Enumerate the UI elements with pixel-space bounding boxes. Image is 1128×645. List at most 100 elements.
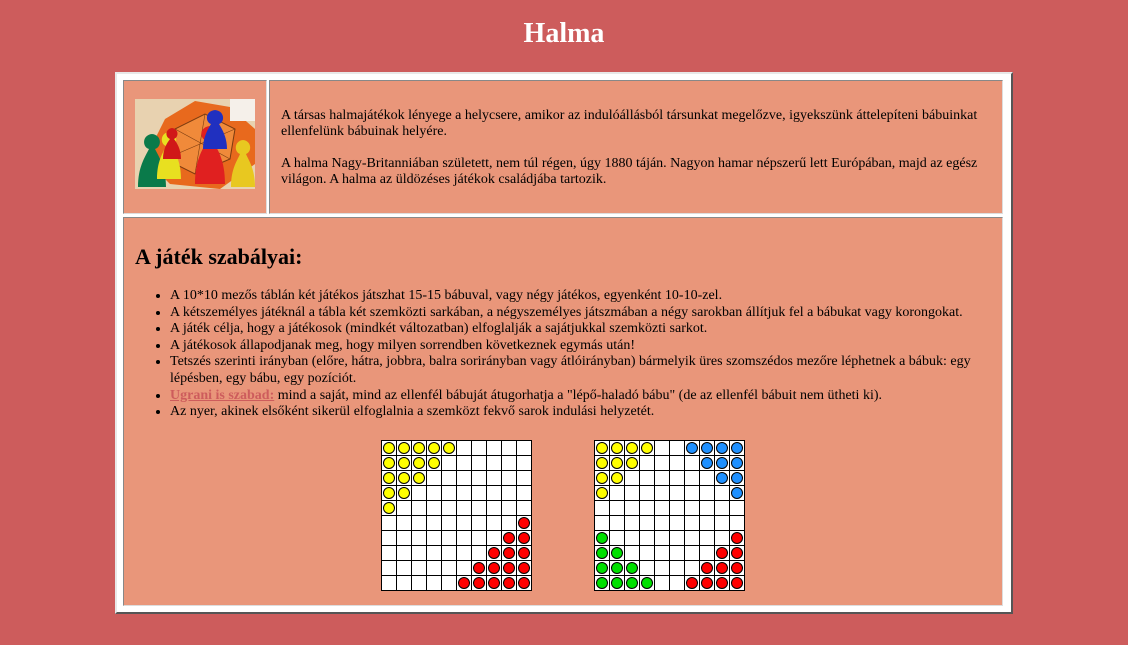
green-piece bbox=[611, 562, 623, 574]
yellow-piece bbox=[611, 442, 623, 454]
board-square bbox=[517, 516, 532, 531]
blue-piece bbox=[701, 457, 713, 469]
red-piece bbox=[518, 532, 530, 544]
red-piece bbox=[503, 577, 515, 589]
board-square bbox=[610, 501, 625, 516]
board-square bbox=[487, 546, 502, 561]
board-square bbox=[670, 546, 685, 561]
board-square bbox=[685, 441, 700, 456]
board-square bbox=[625, 561, 640, 576]
yellow-piece bbox=[641, 442, 653, 454]
board-square bbox=[517, 561, 532, 576]
board-square bbox=[472, 516, 487, 531]
board-square bbox=[397, 546, 412, 561]
board-square bbox=[517, 471, 532, 486]
board-square bbox=[427, 501, 442, 516]
board-square bbox=[700, 531, 715, 546]
board-square bbox=[625, 531, 640, 546]
rules-heading: A játék szabályai: bbox=[135, 244, 303, 269]
board-square bbox=[382, 471, 397, 486]
board-square bbox=[397, 576, 412, 591]
board-square bbox=[502, 516, 517, 531]
board-square bbox=[715, 546, 730, 561]
yellow-piece bbox=[626, 442, 638, 454]
yellow-piece bbox=[398, 487, 410, 499]
board-square bbox=[685, 516, 700, 531]
board-square bbox=[442, 576, 457, 591]
yellow-piece bbox=[383, 502, 395, 514]
board-square bbox=[442, 516, 457, 531]
red-piece bbox=[716, 562, 728, 574]
board-square bbox=[625, 441, 640, 456]
board-square bbox=[397, 501, 412, 516]
red-piece bbox=[488, 547, 500, 559]
board-square bbox=[670, 576, 685, 591]
board-square bbox=[442, 561, 457, 576]
board-square bbox=[427, 561, 442, 576]
board-square bbox=[457, 501, 472, 516]
board-square bbox=[655, 456, 670, 471]
board-square bbox=[442, 486, 457, 501]
board-square bbox=[442, 471, 457, 486]
board-square bbox=[427, 516, 442, 531]
board-square bbox=[487, 516, 502, 531]
blue-piece bbox=[686, 442, 698, 454]
board-square bbox=[382, 561, 397, 576]
board-square bbox=[442, 501, 457, 516]
board-square bbox=[517, 546, 532, 561]
board-square bbox=[472, 531, 487, 546]
four-player-board bbox=[594, 440, 745, 591]
board-square bbox=[442, 456, 457, 471]
yellow-piece bbox=[383, 457, 395, 469]
jump-rule-link[interactable]: Ugrani is szabad: bbox=[170, 388, 274, 403]
green-piece bbox=[596, 562, 608, 574]
board-square bbox=[685, 576, 700, 591]
board-square bbox=[715, 576, 730, 591]
board-square bbox=[670, 471, 685, 486]
board-square bbox=[442, 441, 457, 456]
board-square bbox=[427, 576, 442, 591]
red-piece bbox=[731, 562, 743, 574]
board-square bbox=[655, 441, 670, 456]
board-square bbox=[625, 456, 640, 471]
yellow-piece bbox=[398, 472, 410, 484]
yellow-piece bbox=[383, 487, 395, 499]
board-square bbox=[730, 456, 745, 471]
red-piece bbox=[488, 562, 500, 574]
rule-item-jump: Ugrani is szabad: mind a saját, mind az … bbox=[170, 388, 1000, 405]
board-square bbox=[610, 531, 625, 546]
board-square bbox=[502, 471, 517, 486]
yellow-piece bbox=[413, 472, 425, 484]
board-square bbox=[412, 516, 427, 531]
board-square bbox=[442, 546, 457, 561]
red-piece bbox=[731, 547, 743, 559]
board-square bbox=[655, 576, 670, 591]
red-piece bbox=[716, 577, 728, 589]
blue-piece bbox=[731, 487, 743, 499]
board-square bbox=[730, 441, 745, 456]
yellow-piece bbox=[443, 442, 455, 454]
red-piece bbox=[518, 562, 530, 574]
board-square bbox=[610, 486, 625, 501]
board-square bbox=[382, 516, 397, 531]
board-square bbox=[670, 501, 685, 516]
red-piece bbox=[503, 547, 515, 559]
yellow-piece bbox=[428, 457, 440, 469]
board-square bbox=[412, 501, 427, 516]
board-square bbox=[457, 486, 472, 501]
board-square bbox=[472, 561, 487, 576]
board-square bbox=[487, 486, 502, 501]
yellow-piece bbox=[626, 457, 638, 469]
board-square bbox=[655, 561, 670, 576]
board-square bbox=[700, 501, 715, 516]
board-square bbox=[685, 486, 700, 501]
green-piece bbox=[596, 547, 608, 559]
board-square bbox=[625, 471, 640, 486]
board-square bbox=[502, 501, 517, 516]
board-square bbox=[640, 546, 655, 561]
board-square bbox=[412, 546, 427, 561]
board-square bbox=[640, 501, 655, 516]
board-square bbox=[685, 561, 700, 576]
board-square bbox=[715, 561, 730, 576]
board-square bbox=[640, 516, 655, 531]
